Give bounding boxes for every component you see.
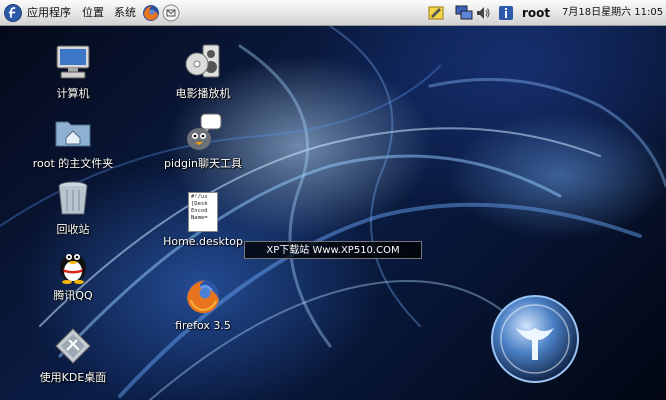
top-panel: 应用程序 位置 系统 root 7月18日星期六 11:05: [0, 0, 666, 26]
desktop-icon-label: 使用KDE桌面: [39, 371, 107, 384]
firefox-launcher-icon[interactable]: [142, 4, 160, 22]
notes-icon[interactable]: [428, 5, 444, 21]
desktop-icon-kde[interactable]: 使用KDE桌面: [18, 326, 128, 385]
penguin-icon: [60, 254, 86, 284]
desktop-icon-label: 电影播放机: [175, 87, 231, 100]
email-launcher-icon[interactable]: [162, 4, 180, 22]
pidgin-icon: [187, 113, 222, 150]
user-name[interactable]: root: [522, 0, 550, 26]
desktop-icon-trash[interactable]: 回收站: [18, 178, 128, 237]
desktop-icon-qq[interactable]: 腾讯QQ: [18, 244, 128, 303]
clock[interactable]: 7月18日星期六 11:05: [562, 0, 663, 26]
computer-icon: [56, 45, 90, 79]
trash-icon: [58, 181, 88, 215]
desktop-icon-computer[interactable]: 计算机: [18, 42, 128, 101]
distro-logo-icon: [491, 295, 579, 383]
desktop-icon-home-folder[interactable]: root 的主文件夹: [18, 112, 128, 171]
menu-system[interactable]: 系统: [114, 0, 136, 26]
fedora-menu-icon[interactable]: [4, 4, 22, 22]
movie-player-icon: [185, 44, 220, 78]
desktop: 计算机 root 的主文件夹 回收站 腾讯QQ 使用KDE桌面 电影播放机 pi…: [0, 26, 666, 400]
desktop-icon-movie-player[interactable]: 电影播放机: [148, 42, 258, 101]
desktop-icon-firefox[interactable]: firefox 3.5: [148, 276, 258, 332]
desktop-icon-home-desktop[interactable]: #!/us [Desk Encod Name= Home.desktop: [148, 192, 258, 248]
home-folder-icon: [55, 121, 91, 147]
file-preview: #!/us [Desk Encod Name=: [191, 194, 208, 221]
desktop-icon-pidgin[interactable]: pidgin聊天工具: [148, 112, 258, 171]
watermark-banner: XP下载站 Www.XP510.COM: [244, 241, 422, 259]
desktop-icon-label: 计算机: [56, 87, 90, 100]
desktop-icon-label: root 的主文件夹: [32, 157, 114, 170]
desktop-icon-label: 腾讯QQ: [53, 289, 93, 302]
desktop-icon-label: 回收站: [56, 223, 90, 236]
desktop-icon-label: Home.desktop: [163, 235, 243, 248]
menu-places[interactable]: 位置: [82, 0, 104, 26]
desktop-file-icon: #!/us [Desk Encod Name=: [188, 192, 218, 232]
menu-applications[interactable]: 应用程序: [27, 0, 71, 26]
firefox-icon: [187, 280, 219, 314]
desktop-icon-label: pidgin聊天工具: [163, 157, 243, 170]
desktop-icon-label: firefox 3.5: [175, 319, 231, 332]
volume-icon[interactable]: [475, 5, 491, 21]
info-icon[interactable]: [498, 5, 514, 21]
kde-icon: [55, 328, 91, 364]
network-icon[interactable]: [455, 5, 473, 21]
